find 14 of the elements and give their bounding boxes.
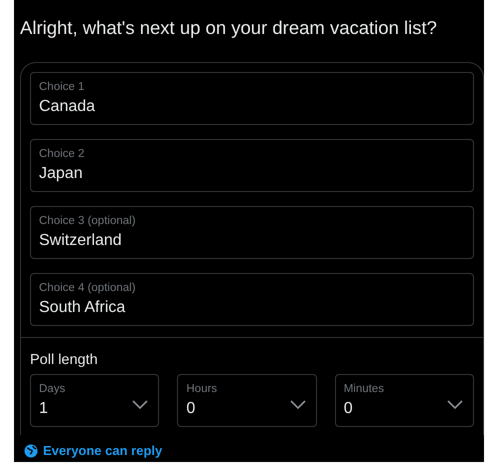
poll-length-label: Poll length bbox=[30, 352, 99, 368]
globe-icon bbox=[24, 444, 38, 458]
choice-field[interactable]: Choice 3 (optional) Switzerland bbox=[30, 206, 474, 259]
choice-field[interactable]: Choice 1 Canada bbox=[30, 72, 474, 125]
reply-setting-link[interactable]: Everyone can reply bbox=[43, 443, 162, 458]
choice-field[interactable]: Choice 2 Japan bbox=[30, 139, 474, 192]
duration-select[interactable]: Minutes 0 bbox=[334, 374, 474, 427]
chevron-down-icon bbox=[447, 400, 463, 410]
question-title: Alright, what's next up on your dream vacation list? bbox=[20, 17, 438, 40]
choice-field[interactable]: Choice 4 (optional) South Africa bbox=[30, 273, 474, 326]
duration-select[interactable]: Days 1 bbox=[30, 374, 160, 427]
chevron-down-icon bbox=[132, 400, 148, 410]
chevron-down-icon bbox=[290, 400, 306, 410]
duration-select[interactable]: Hours 0 bbox=[177, 374, 317, 427]
